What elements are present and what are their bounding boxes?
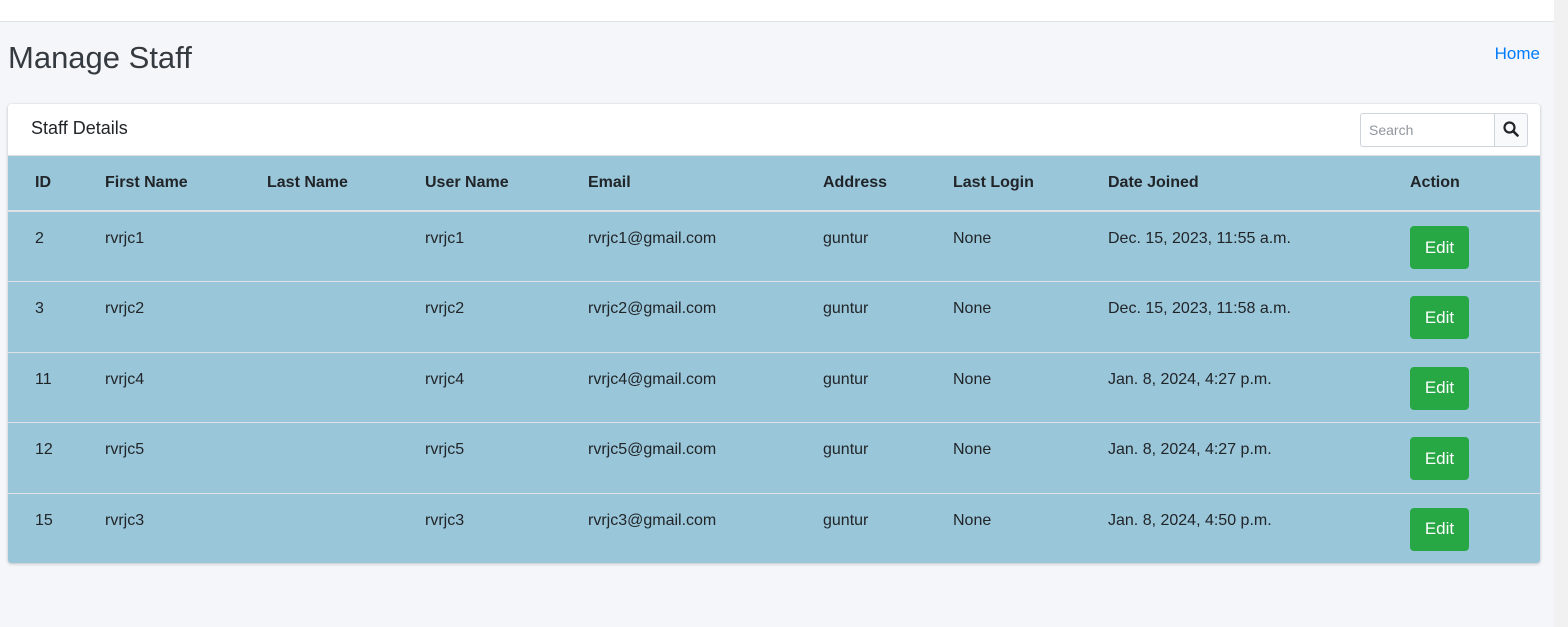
cell-address: guntur: [823, 492, 953, 563]
column-header-first-name: First Name: [105, 156, 267, 212]
cell-user-name: rvrjc2: [425, 281, 588, 353]
cell-last-login: None: [953, 351, 1108, 423]
cell-date-joined: Dec. 15, 2023, 11:55 a.m.: [1108, 210, 1410, 282]
cell-id: 12: [8, 422, 105, 494]
cell-address: guntur: [823, 351, 953, 423]
top-navbar: [0, 0, 1568, 22]
edit-button[interactable]: Edit: [1410, 366, 1469, 410]
content-header: Manage Staff Home: [8, 38, 1540, 82]
cell-action: Edit: [1410, 492, 1540, 563]
cell-id: 11: [8, 351, 105, 423]
breadcrumb-home-link[interactable]: Home: [1495, 44, 1540, 64]
cell-id: 2: [8, 210, 105, 282]
cell-first-name: rvrjc2: [105, 281, 267, 353]
card-header: Staff Details: [8, 104, 1540, 156]
cell-user-name: rvrjc1: [425, 210, 588, 282]
column-header-action: Action: [1410, 156, 1540, 212]
cell-first-name: rvrjc5: [105, 422, 267, 494]
cell-last-name: [267, 422, 425, 494]
cell-last-login: None: [953, 281, 1108, 353]
cell-last-login: None: [953, 492, 1108, 563]
cell-last-login: None: [953, 210, 1108, 282]
cell-email: rvrjc1@gmail.com: [588, 210, 823, 282]
cell-email: rvrjc5@gmail.com: [588, 422, 823, 494]
cell-id: 15: [8, 492, 105, 563]
table-row: 11 rvrjc4 rvrjc4 rvrjc4@gmail.com guntur…: [8, 351, 1540, 423]
edit-button[interactable]: Edit: [1410, 507, 1469, 551]
cell-date-joined: Jan. 8, 2024, 4:50 p.m.: [1108, 492, 1410, 563]
cell-id: 3: [8, 281, 105, 353]
table-row: 12 rvrjc5 rvrjc5 rvrjc5@gmail.com guntur…: [8, 422, 1540, 494]
cell-address: guntur: [823, 422, 953, 494]
cell-date-joined: Jan. 8, 2024, 4:27 p.m.: [1108, 351, 1410, 423]
table-row: 2 rvrjc1 rvrjc1 rvrjc1@gmail.com guntur …: [8, 210, 1540, 282]
cell-first-name: rvrjc3: [105, 492, 267, 563]
cell-address: guntur: [823, 281, 953, 353]
cell-email: rvrjc4@gmail.com: [588, 351, 823, 423]
table-row: 3 rvrjc2 rvrjc2 rvrjc2@gmail.com guntur …: [8, 281, 1540, 353]
card-title: Staff Details: [31, 118, 128, 138]
cell-email: rvrjc3@gmail.com: [588, 492, 823, 563]
cell-last-login: None: [953, 422, 1108, 494]
cell-date-joined: Dec. 15, 2023, 11:58 a.m.: [1108, 281, 1410, 353]
cell-action: Edit: [1410, 422, 1540, 494]
cell-user-name: rvrjc4: [425, 351, 588, 423]
edit-button[interactable]: Edit: [1410, 437, 1469, 481]
cell-first-name: rvrjc1: [105, 210, 267, 282]
search-input[interactable]: [1360, 113, 1494, 147]
table-header-row: ID First Name Last Name User Name Email …: [8, 156, 1540, 212]
cell-action: Edit: [1410, 351, 1540, 423]
cell-email: rvrjc2@gmail.com: [588, 281, 823, 353]
page-title: Manage Staff: [8, 40, 192, 75]
search-icon: [1503, 120, 1519, 140]
column-header-address: Address: [823, 156, 953, 212]
cell-action: Edit: [1410, 281, 1540, 353]
staff-table: ID First Name Last Name User Name Email …: [8, 156, 1540, 563]
cell-user-name: rvrjc5: [425, 422, 588, 494]
edit-button[interactable]: Edit: [1410, 296, 1469, 340]
cell-user-name: rvrjc3: [425, 492, 588, 563]
cell-first-name: rvrjc4: [105, 351, 267, 423]
cell-action: Edit: [1410, 210, 1540, 282]
column-header-last-login: Last Login: [953, 156, 1108, 212]
cell-date-joined: Jan. 8, 2024, 4:27 p.m.: [1108, 422, 1410, 494]
cell-address: guntur: [823, 210, 953, 282]
search-group: [1360, 113, 1528, 147]
cell-last-name: [267, 492, 425, 563]
cell-last-name: [267, 210, 425, 282]
edit-button[interactable]: Edit: [1410, 226, 1469, 269]
search-button[interactable]: [1494, 113, 1528, 147]
column-header-last-name: Last Name: [267, 156, 425, 212]
staff-details-card: Staff Details ID First Name L: [8, 104, 1540, 563]
column-header-id: ID: [8, 156, 105, 212]
table-row: 15 rvrjc3 rvrjc3 rvrjc3@gmail.com guntur…: [8, 492, 1540, 563]
cell-last-name: [267, 281, 425, 353]
column-header-user-name: User Name: [425, 156, 588, 212]
cell-last-name: [267, 351, 425, 423]
vertical-scrollbar[interactable]: [1554, 0, 1568, 627]
column-header-date-joined: Date Joined: [1108, 156, 1410, 212]
column-header-email: Email: [588, 156, 823, 212]
